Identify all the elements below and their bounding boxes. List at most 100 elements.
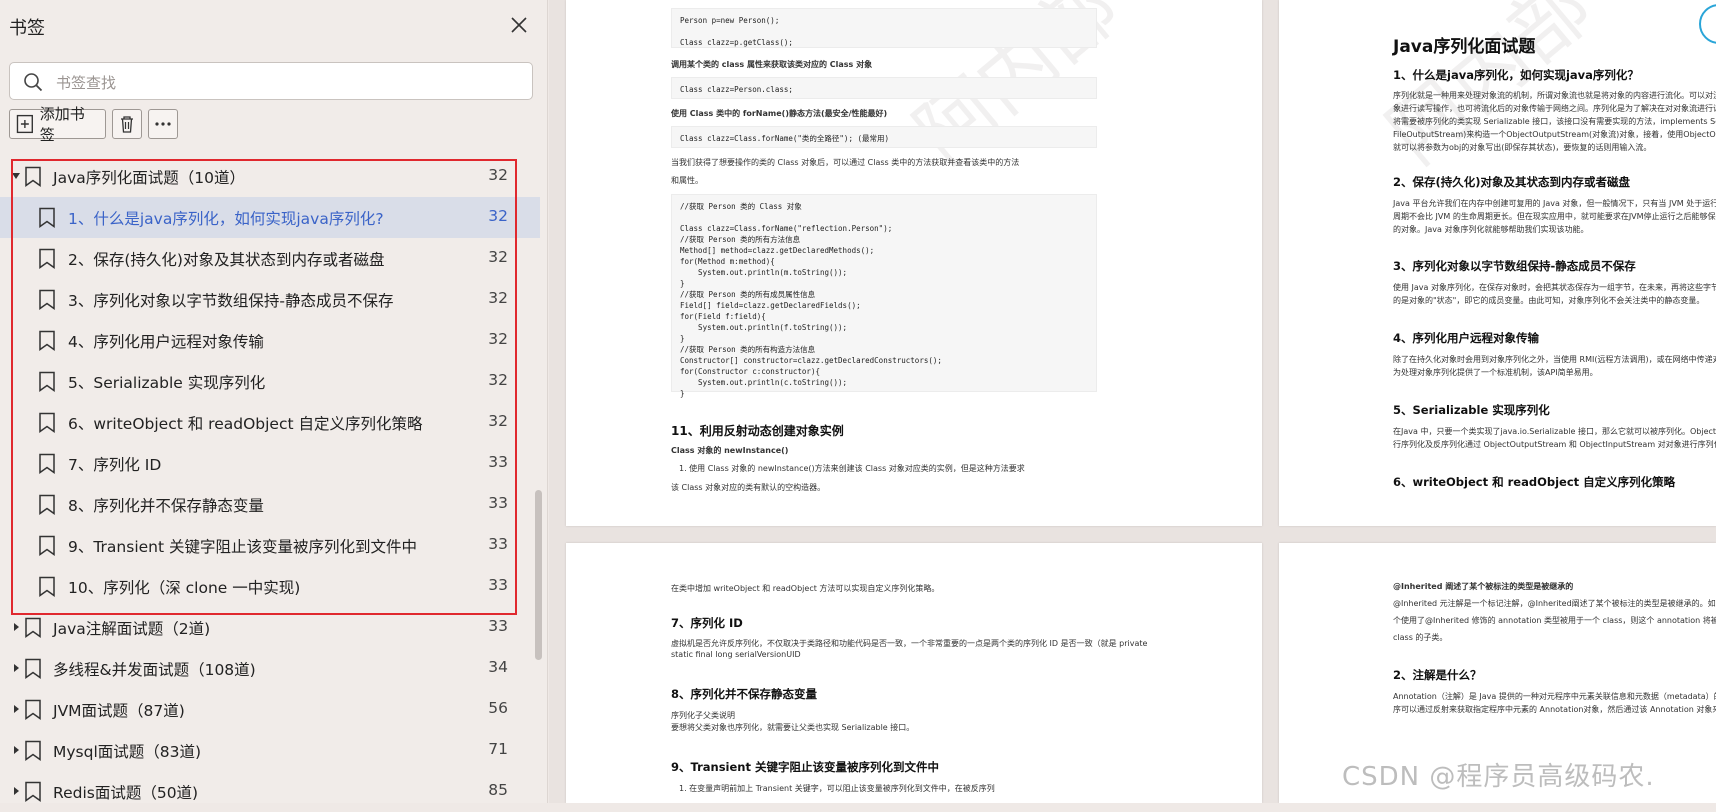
bookmark-icon [39,207,55,228]
bookmark-item[interactable]: 2、保存(持久化)对象及其状态到内存或者磁盘 32 [0,238,540,279]
paragraph: 象进行读写操作，也可将流化后的对象传输于网络之间。序列化是为了解决在对对象流进行… [1393,104,1716,113]
bookmark-item[interactable]: 10、序列化（深 clone 一中实现) 33 [0,566,540,607]
bookmark-page: 32 [488,248,508,266]
bookmark-label: 3、序列化对象以字节数组保持-静态成员不保存 [68,292,394,310]
bookmark-group-java-serialization[interactable]: Java序列化面试题（10道） 32 [0,156,540,197]
bookmark-tree: Java序列化面试题（10道） 32 1、什么是java序列化，如何实现java… [0,156,540,812]
paragraph: 就可以将参数为obj的对象写出(即保存其状态)，要恢复的话则用输入流。 [1393,143,1652,152]
code-block: Class clazz=Person.class; [671,77,1097,99]
paragraph: 除了在持久化对象时会用到对象序列化之外，当使用 RMI(远程方法调用)，或在网络… [1393,355,1716,364]
code-block: Person p=new Person(); Class clazz=p.get… [671,8,1097,48]
badge-circle [1699,4,1716,44]
bookmark-label: 4、序列化用户远程对象传输 [68,333,264,351]
caret-right-icon[interactable] [11,703,21,715]
paragraph: 将需要被序列化的类实现 Serializable 接口，该接口没有需要实现的方法… [1393,117,1716,126]
bookmark-item[interactable]: 8、序列化并不保存静态变量 33 [0,484,540,525]
bookmark-search-input[interactable]: 书签查找 [9,62,533,100]
paragraph: 当我们获得了想要操作的类的 Class 对象后，可以通过 Class 类中的方法… [671,158,1020,167]
bookmark-icon [39,330,55,351]
bookmark-page: 32 [488,289,508,307]
bookmark-icon [39,453,55,474]
bookmark-page: 33 [488,494,508,512]
bookmark-icon [25,740,41,761]
bookmark-item[interactable]: 3、序列化对象以字节数组保持-静态成员不保存 32 [0,279,540,320]
paragraph: class 的子类。 [1393,633,1448,642]
paragraph: 使用 Class 类中的 forName()静态方法(最安全/性能最好) [671,109,888,118]
bookmark-panel: 书签 书签查找 添加书签 Java序列化面试题（10道） 32 1、什么是jav… [0,0,548,803]
bookmark-page: 33 [488,617,508,635]
bookmark-label: 1、什么是java序列化，如何实现java序列化? [68,210,384,228]
document-view[interactable]: 阿内部 Person p=new Person(); Class clazz=p… [549,0,1716,803]
add-bookmark-button[interactable]: 添加书签 [9,105,106,144]
pdf-page: 在类中增加 writeObject 和 readObject 方法可以实现自定义… [566,543,1262,803]
section-heading: 9、Transient 关键字阻止该变量被序列化到文件中 [671,760,939,774]
caret-right-icon[interactable] [11,662,21,674]
section-heading: 1、什么是java序列化，如何实现java序列化？ [1393,68,1639,82]
paragraph: Class 对象的 newInstance() [671,446,789,455]
bookmark-icon [25,699,41,720]
paragraph: 和属性。 [671,176,703,185]
bookmark-group[interactable]: JVM面试题（87道) 56 [0,689,540,730]
bookmark-item[interactable]: 9、Transient 关键字阻止该变量被序列化到文件中 33 [0,525,540,566]
trash-icon [121,116,133,133]
more-icon [155,122,171,126]
bookmark-icon [39,576,55,597]
paragraph: 1. 使用 Class 对象的 newInstance()方法来创建该 Clas… [679,464,1025,473]
bookmark-item[interactable]: 4、序列化用户远程对象传输 32 [0,320,540,361]
more-options-button[interactable] [148,109,178,139]
section-heading: 5、Serializable 实现序列化 [1393,403,1550,417]
bookmark-group[interactable]: Java注解面试题（2道) 33 [0,607,540,648]
sidebar-scrollbar[interactable] [535,490,542,660]
bookmark-page: 32 [488,371,508,389]
bookmark-icon [39,535,55,556]
bookmark-group[interactable]: Mysql面试题（83道) 71 [0,730,540,771]
paragraph: 要想将父类对象也序列化，就需要让父类也实现 Serializable 接口。 [671,723,915,732]
bookmark-group[interactable]: Redis面试题（50道) 85 [0,771,540,812]
bookmark-page: 33 [488,535,508,553]
bookmark-page: 33 [488,453,508,471]
search-icon [24,73,43,92]
section-heading: 3、序列化对象以字节数组保持-静态成员不保存 [1393,259,1636,273]
close-icon[interactable] [508,14,530,36]
bookmark-label: 多线程&并发面试题（108道) [53,661,256,679]
bookmark-icon [39,248,55,269]
paragraph: 的对象。Java 对象序列化就能够帮助我们实现该功能。 [1393,225,1589,234]
bookmark-label: 7、序列化 ID [68,456,162,474]
paragraph: 1. 在变量声明前加上 Transient 关键字，可以阻止该变量被序列化到文件… [679,784,995,793]
code-block: Class clazz=Class.forName("类的全路径"); (最常用… [671,126,1097,148]
bookmark-page: 85 [488,781,508,799]
delete-bookmark-button[interactable] [112,109,142,139]
bookmark-label: Mysql面试题（83道) [53,743,202,761]
pdf-page: 阿内部 Person p=new Person(); Class clazz=p… [566,0,1262,526]
paragraph: 行序列化及反序列化通过 ObjectOutputStream 和 ObjectI… [1393,440,1716,449]
bookmark-icon [39,494,55,515]
section-heading: 6、writeObject 和 readObject 自定义序列化策略 [1393,475,1676,489]
caret-right-icon[interactable] [11,785,21,797]
paragraph: 使用 Java 对象序列化，在保存对象时，会把其状态保存为一组字节，在未来，再将… [1393,283,1716,292]
bookmark-page: 56 [488,699,508,717]
caret-down-icon[interactable] [11,170,21,182]
bookmark-label: 6、writeObject 和 readObject 自定义序列化策略 [68,415,423,433]
paragraph: 周期不会比 JVM 的生命周期更长。但在现实应用中，就可能要求在JVM停止运行之… [1393,212,1716,221]
bookmark-icon [25,166,41,187]
add-bookmark-icon [16,114,33,134]
bookmark-icon [25,658,41,679]
bookmark-page: 33 [488,576,508,594]
paragraph: 个使用了@Inherited 修饰的 annotation 类型被用于一个 cl… [1393,616,1716,625]
bookmark-page: 32 [488,330,508,348]
paragraph: 在类中增加 writeObject 和 readObject 方法可以实现自定义… [671,584,940,593]
bookmark-page: 34 [488,658,508,676]
paragraph: static final long serialVersionUID [671,650,801,659]
bookmark-icon [39,289,55,310]
bookmark-group[interactable]: 多线程&并发面试题（108道) 34 [0,648,540,689]
bookmark-item[interactable]: 5、Serializable 实现序列化 32 [0,361,540,402]
caret-right-icon[interactable] [11,744,21,756]
bookmark-icon [39,371,55,392]
bookmark-item[interactable]: 6、writeObject 和 readObject 自定义序列化策略 32 [0,402,540,443]
bookmark-item[interactable]: 7、序列化 ID 33 [0,443,540,484]
search-placeholder: 书签查找 [56,74,117,92]
caret-right-icon[interactable] [11,621,21,633]
bookmark-label: 10、序列化（深 clone 一中实现) [68,579,301,597]
paragraph: Annotation（注解）是 Java 提供的一种对元程序中元素关联信息和元数… [1393,692,1716,701]
bookmark-item[interactable]: 1、什么是java序列化，如何实现java序列化? 32 [0,197,540,238]
